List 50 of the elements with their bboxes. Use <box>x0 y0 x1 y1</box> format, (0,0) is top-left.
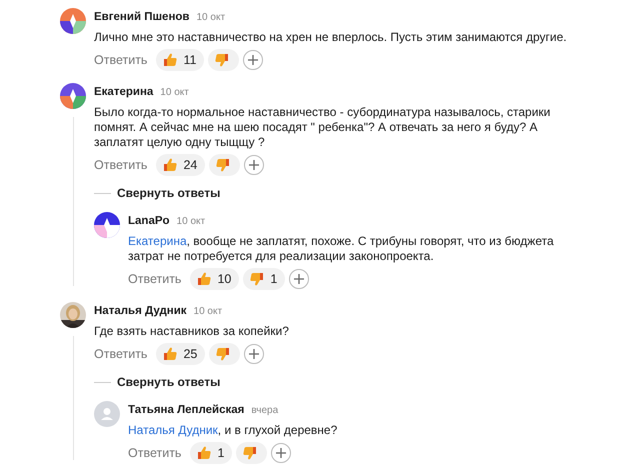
thumbs-up-icon <box>195 444 214 462</box>
reply-button[interactable]: Ответить <box>128 446 182 460</box>
plus-icon <box>294 274 304 284</box>
thumbs-up-icon <box>161 156 180 174</box>
reply-button[interactable]: Ответить <box>94 53 148 67</box>
author-name[interactable]: Екатерина <box>94 86 154 98</box>
plus-icon <box>249 349 260 359</box>
add-reaction-button[interactable] <box>244 155 264 175</box>
dislike-button[interactable] <box>209 154 240 176</box>
like-button[interactable]: 25 <box>156 343 206 365</box>
dislike-button[interactable] <box>209 343 240 365</box>
reply-button[interactable]: Ответить <box>128 272 182 286</box>
author-name[interactable]: Евгений Пшенов <box>94 11 190 23</box>
like-button[interactable]: 11 <box>156 49 204 71</box>
comment-date: 10 окт <box>194 306 222 317</box>
like-button[interactable]: 1 <box>190 442 232 464</box>
collapse-replies-button[interactable]: Свернуть ответы <box>117 186 220 200</box>
reply-button[interactable]: Ответить <box>94 158 148 172</box>
author-name[interactable]: Татьяна Леплейская <box>128 404 244 416</box>
mention-link[interactable]: Наталья Дудник <box>128 423 218 437</box>
avatar-icon <box>94 401 120 427</box>
add-reaction-button[interactable] <box>244 344 264 364</box>
dislike-button[interactable]: 1 <box>243 268 286 290</box>
mention-link[interactable]: Екатерина <box>128 234 187 248</box>
plus-icon <box>249 160 260 170</box>
comment-date: 10 окт <box>196 12 226 23</box>
thumbs-up-icon <box>195 270 214 288</box>
dislike-button[interactable] <box>236 442 268 464</box>
comment-text: Было когда-то нормальное наставничество - субординатура называлось, старики помнят. А сейчас мне на шею посадят " ребенка"? А отвечать за него я буду? А заплатят целую одну тыщщу ? <box>94 105 552 150</box>
thumbs-up-icon <box>161 345 180 363</box>
like-button[interactable]: 24 <box>156 154 206 176</box>
author-name[interactable]: Наталья Дудник <box>94 305 187 317</box>
comment-date: 10 окт <box>176 216 206 227</box>
comment-text: Где взять наставников за копейки? <box>94 324 290 339</box>
dislike-button[interactable] <box>208 49 240 71</box>
plus-icon <box>248 55 258 65</box>
thumbs-up-icon <box>161 51 180 69</box>
like-button[interactable]: 10 <box>190 268 240 290</box>
comment-date: вчера <box>251 405 278 416</box>
add-reaction-button[interactable] <box>289 269 310 289</box>
comment-text: Лично мне это наставничество на хрен не вперлось. Пусть этим занимаются другие. <box>94 30 568 45</box>
plus-icon <box>276 448 286 458</box>
author-name[interactable]: LanaPo <box>128 215 170 227</box>
reply-button[interactable]: Ответить <box>94 347 148 361</box>
comment-date: 10 окт <box>160 87 189 98</box>
add-reaction-button[interactable] <box>243 50 264 70</box>
collapse-replies-button[interactable]: Свернуть ответы <box>117 375 220 389</box>
comment-text: Екатерина, вообще не заплатят, похоже. С трибуны говорят, что из бюджета затрат не потребуется для реализации законопроекта. <box>128 234 555 264</box>
comment-text: Наталья Дудник, и в глухой деревне? <box>128 423 338 438</box>
add-reaction-button[interactable] <box>271 443 292 463</box>
